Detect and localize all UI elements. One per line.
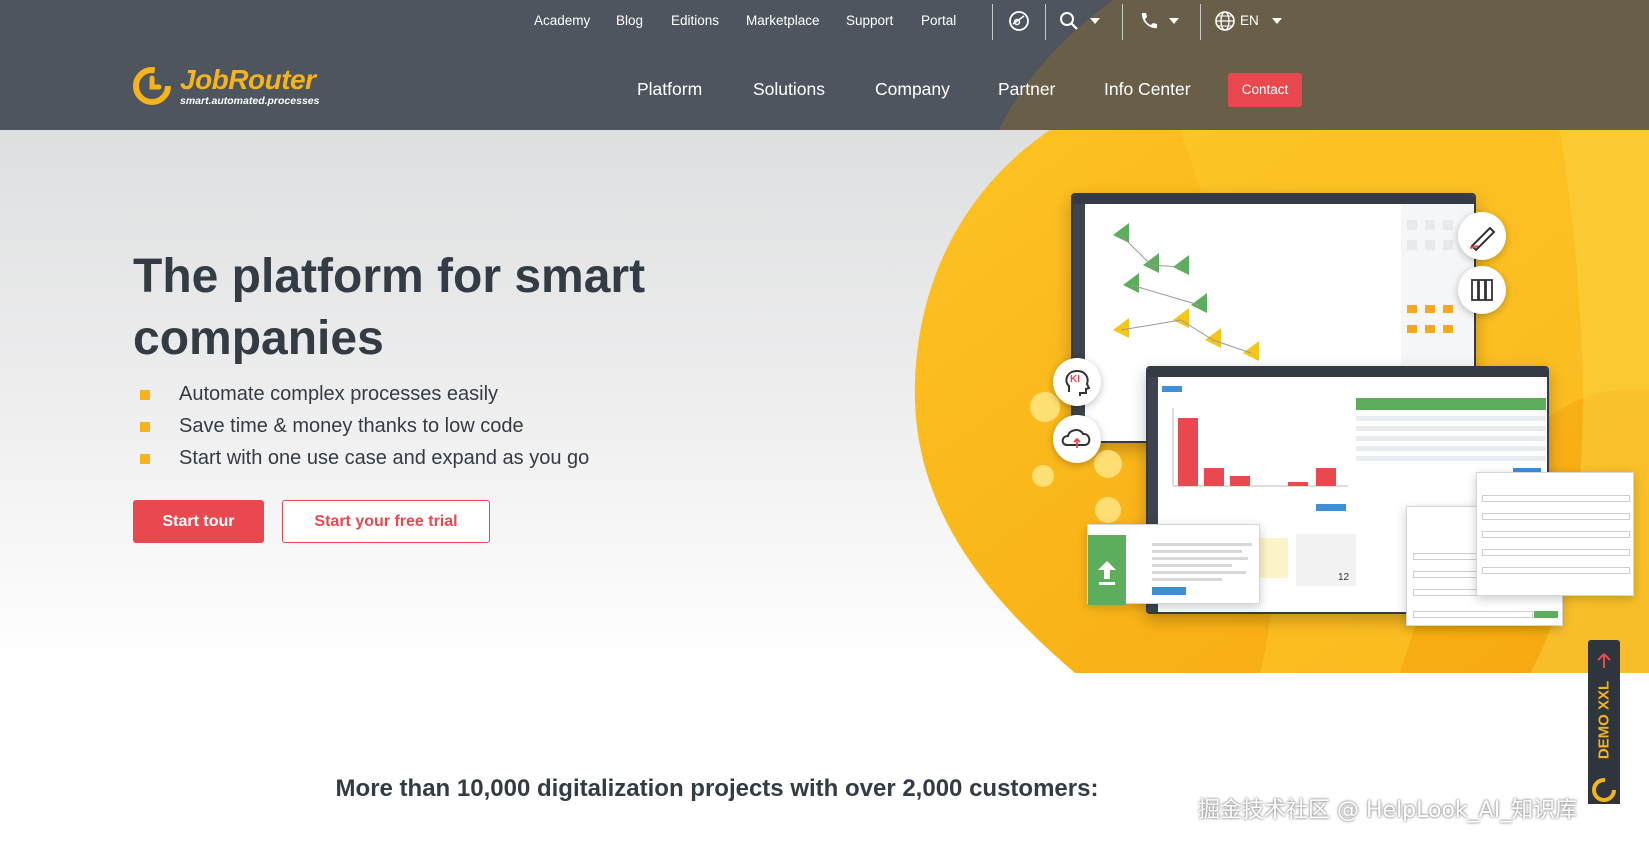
binders-circle-icon bbox=[1458, 266, 1506, 314]
search-icon[interactable] bbox=[1058, 10, 1080, 32]
hero-title: The platform for smart companies bbox=[133, 250, 646, 365]
topnav-marketplace[interactable]: Marketplace bbox=[746, 13, 820, 28]
upload-text-lines bbox=[1152, 543, 1252, 595]
chevron-down-icon[interactable] bbox=[1169, 18, 1179, 24]
nav-company[interactable]: Company bbox=[875, 79, 950, 100]
topnav-blog[interactable]: Blog bbox=[616, 13, 643, 28]
chevron-down-icon[interactable] bbox=[1090, 18, 1100, 24]
form-field bbox=[1482, 513, 1630, 520]
choose-file-button bbox=[1534, 611, 1558, 618]
topnav-portal[interactable]: Portal bbox=[921, 13, 956, 28]
phone-icon[interactable] bbox=[1137, 10, 1159, 32]
topnav-editions[interactable]: Editions bbox=[671, 13, 719, 28]
hero-bullet-list: Automate complex processes easily Save t… bbox=[140, 382, 589, 478]
nav-partner[interactable]: Partner bbox=[998, 79, 1055, 100]
ai-head-circle-icon: KI bbox=[1053, 358, 1101, 406]
accessibility-icon[interactable] bbox=[1008, 10, 1030, 32]
arrow-up-icon bbox=[1597, 653, 1611, 668]
topnav-academy[interactable]: Academy bbox=[534, 13, 590, 28]
pencil-icon bbox=[1469, 226, 1496, 252]
decor-bubble bbox=[1032, 465, 1054, 487]
logo-mark-icon bbox=[133, 67, 171, 105]
nav-solutions[interactable]: Solutions bbox=[753, 79, 825, 100]
upload-document-card bbox=[1087, 524, 1260, 605]
decor-bubble bbox=[1095, 497, 1121, 523]
globe-icon[interactable] bbox=[1214, 10, 1236, 32]
bullet-square-icon bbox=[140, 454, 150, 464]
binders-icon bbox=[1471, 279, 1493, 301]
topnav-divider bbox=[1045, 4, 1046, 40]
form-field bbox=[1482, 495, 1630, 502]
contact-button[interactable]: Contact bbox=[1228, 73, 1302, 107]
nav-platform[interactable]: Platform bbox=[637, 79, 702, 100]
form-field bbox=[1482, 567, 1630, 574]
form-field bbox=[1482, 549, 1630, 556]
cloud-sync-icon bbox=[1061, 429, 1091, 448]
count-value: 12 bbox=[1338, 572, 1350, 583]
topnav-divider bbox=[1200, 4, 1201, 40]
pencil-circle-icon bbox=[1458, 212, 1506, 260]
chevron-down-icon[interactable] bbox=[1272, 18, 1282, 24]
nav-info-center[interactable]: Info Center bbox=[1104, 79, 1191, 100]
cloud-circle-icon bbox=[1053, 415, 1101, 463]
site-header: Academy Blog Editions Marketplace Suppor… bbox=[0, 0, 1649, 130]
language-selector[interactable]: EN bbox=[1240, 13, 1259, 28]
bullet-text: Save time & money thanks to low code bbox=[179, 415, 524, 437]
ai-label: KI bbox=[1070, 374, 1080, 385]
start-free-trial-button[interactable]: Start your free trial bbox=[282, 500, 490, 543]
bullet-square-icon bbox=[140, 422, 150, 432]
top-navigation: Academy Blog Editions Marketplace Suppor… bbox=[0, 0, 1649, 42]
logo-tagline: smart.automated.processes bbox=[180, 95, 320, 107]
form-field bbox=[1482, 531, 1630, 538]
logo-wordmark: JobRouter bbox=[180, 64, 316, 95]
watermark-text: 掘金技术社区 @ HelpLook_AI_知识库 bbox=[1198, 798, 1578, 823]
document-field bbox=[1413, 611, 1533, 618]
logo-mark-icon bbox=[1592, 778, 1616, 802]
bullet-text: Start with one use case and expand as yo… bbox=[179, 447, 590, 469]
jobrouter-logo[interactable]: JobRouter smart.automated.processes bbox=[132, 64, 342, 110]
bullet-text: Automate complex processes easily bbox=[179, 383, 499, 405]
demo-xxl-label[interactable]: DEMO XXL bbox=[1596, 681, 1613, 759]
bullet-square-icon bbox=[140, 390, 150, 400]
start-tour-button[interactable]: Start tour bbox=[133, 500, 264, 543]
list-item: Start with one use case and expand as yo… bbox=[140, 446, 589, 478]
topnav-divider bbox=[1122, 4, 1123, 40]
topnav-support[interactable]: Support bbox=[846, 13, 893, 28]
list-item: Save time & money thanks to low code bbox=[140, 414, 589, 446]
personal-details-card bbox=[1476, 472, 1634, 596]
topnav-divider bbox=[992, 4, 993, 40]
hero-section: The platform for smart companies Automat… bbox=[0, 130, 1649, 673]
list-item: Automate complex processes easily bbox=[140, 382, 589, 414]
